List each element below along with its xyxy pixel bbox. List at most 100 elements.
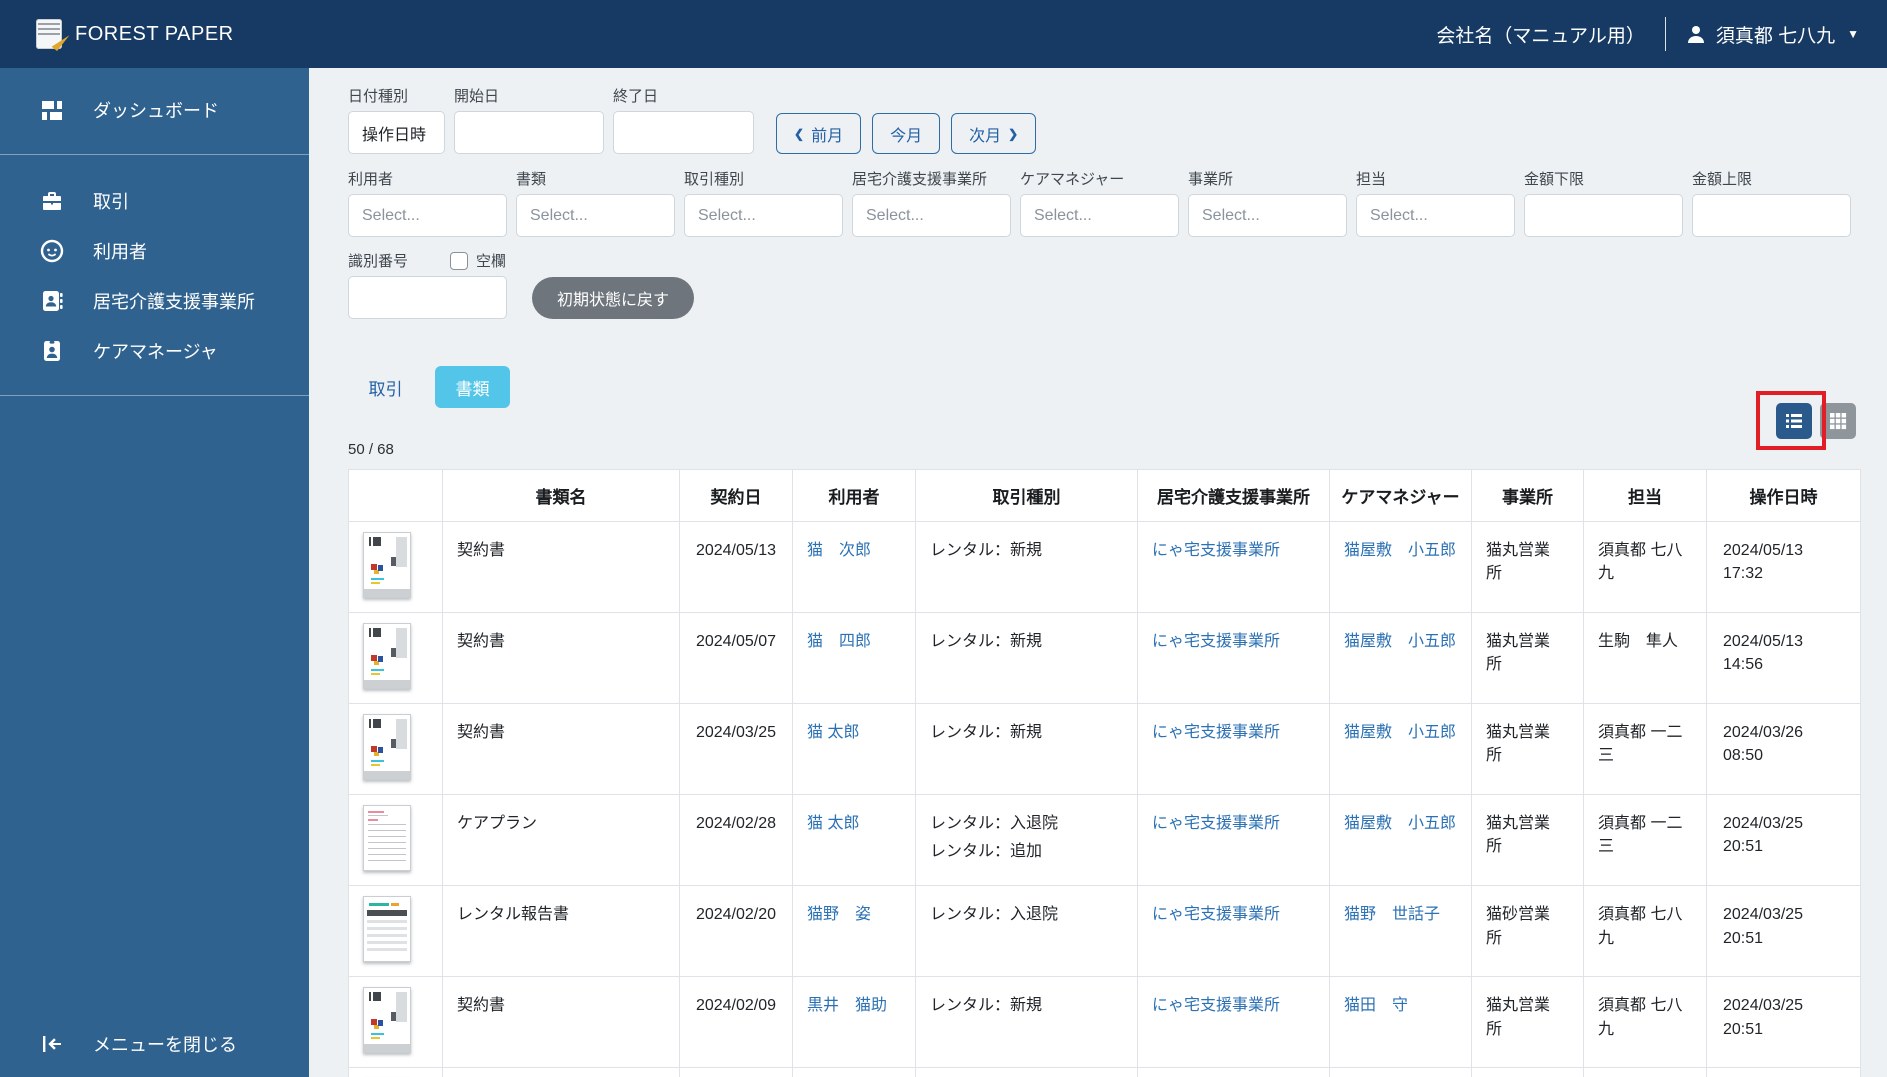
office-filter-label: 事業所	[1188, 171, 1234, 188]
user-link[interactable]: 猫野 姿	[807, 906, 871, 923]
sidebar-item-care-managers[interactable]: ケアマネージャ	[0, 326, 309, 376]
document-thumbnail[interactable]	[363, 805, 411, 871]
user-link[interactable]: 黒井 猫助	[807, 997, 887, 1014]
cell-doc-name: レンタル報告書	[442, 1067, 680, 1077]
transaction-type-filter-label: 取引種別	[684, 171, 745, 188]
document-thumbnail[interactable]	[363, 987, 411, 1054]
document-thumbnail[interactable]	[363, 714, 411, 780]
user-link[interactable]: 猫 次郎	[807, 542, 871, 559]
cell-office: 猫丸営業所	[1471, 1067, 1584, 1077]
table-row: レンタル報告書 2024/02/20 猫野 姿 レンタル：入退院 にゃ宅支援事業…	[348, 885, 1861, 978]
start-date-label: 開始日	[454, 88, 500, 105]
id-badge-icon	[38, 339, 66, 363]
filter-row-identifier: 識別番号 空欄 初期状態に戻す	[348, 250, 1887, 319]
end-date-input[interactable]	[614, 112, 753, 153]
care-manager-filter-select[interactable]: Select...	[1020, 194, 1179, 237]
care-manager-link[interactable]: 猫野 世話子	[1344, 906, 1440, 923]
company-name: 会社名（マニュアル用）	[1436, 25, 1645, 47]
support-office-link[interactable]: にゃ宅支援事業所	[1152, 997, 1280, 1014]
document-filter-select[interactable]: Select...	[516, 194, 675, 237]
care-manager-link[interactable]: 猫屋敷 小五郎	[1344, 724, 1456, 741]
care-manager-link[interactable]: 猫屋敷 小五郎	[1344, 633, 1456, 650]
documents-table: 書類名 契約日 利用者 取引種別 居宅介護支援事業所 ケアマネジャー 事業所 担…	[348, 469, 1861, 1077]
grid-view-button[interactable]	[1820, 403, 1856, 439]
sidebar-item-transactions[interactable]: 取引	[0, 176, 309, 226]
cell-transaction-type: レンタル：新規	[915, 612, 1138, 704]
cell-staff: 生駒 隼人	[1583, 612, 1707, 704]
user-filter-select[interactable]: Select...	[348, 194, 507, 237]
care-manager-link[interactable]: 猫屋敷 小五郎	[1344, 542, 1456, 559]
care-manager-link[interactable]: 猫屋敷 小五郎	[1344, 815, 1456, 832]
amount-upper-input[interactable]	[1693, 195, 1850, 236]
support-office-link[interactable]: にゃ宅支援事業所	[1152, 633, 1280, 650]
prev-month-button[interactable]: ❮ 前月	[776, 113, 862, 154]
care-manager-link[interactable]: 猫田 守	[1344, 997, 1408, 1014]
cell-office: 猫丸営業所	[1471, 612, 1584, 704]
table-header-row: 書類名 契約日 利用者 取引種別 居宅介護支援事業所 ケアマネジャー 事業所 担…	[348, 469, 1861, 522]
select-placeholder: Select...	[1370, 206, 1428, 224]
cell-contract-date: 2024/02/09	[679, 1067, 793, 1077]
tab-transactions[interactable]: 取引	[348, 366, 423, 408]
document-thumbnail[interactable]	[363, 896, 411, 963]
user-link[interactable]: 猫 太郎	[807, 724, 859, 741]
support-office-filter-select[interactable]: Select...	[852, 194, 1011, 237]
user-link[interactable]: 猫 四郎	[807, 633, 871, 650]
face-icon	[38, 239, 66, 263]
sidebar-close-menu[interactable]: メニューを閉じる	[0, 1019, 309, 1069]
transaction-type-filter-select[interactable]: Select...	[684, 194, 843, 237]
sidebar-item-care-offices[interactable]: 居宅介護支援事業所	[0, 276, 309, 326]
cell-doc-name: 契約書	[442, 976, 680, 1069]
list-view-button[interactable]	[1776, 403, 1812, 439]
start-date-input[interactable]	[455, 112, 603, 153]
support-office-link[interactable]: にゃ宅支援事業所	[1152, 815, 1280, 832]
briefcase-icon	[38, 189, 66, 213]
select-placeholder: Select...	[1034, 206, 1092, 224]
cell-doc-name: 契約書	[442, 703, 680, 795]
address-book-icon	[38, 289, 66, 313]
user-link[interactable]: 猫 太郎	[807, 815, 859, 832]
list-icon	[1786, 414, 1802, 428]
next-month-button[interactable]: 次月 ❯	[951, 113, 1037, 154]
staff-filter-label: 担当	[1356, 171, 1387, 188]
tab-documents[interactable]: 書類	[435, 366, 510, 408]
support-office-link[interactable]: にゃ宅支援事業所	[1152, 906, 1280, 923]
support-office-link[interactable]: にゃ宅支援事業所	[1152, 724, 1280, 741]
table-row: 契約書 2024/05/07 猫 四郎 レンタル：新規 にゃ宅支援事業所 猫屋敷…	[348, 612, 1861, 704]
chevron-right-icon: ❯	[1008, 126, 1019, 141]
cell-staff: 須真都 七八九	[1583, 1067, 1707, 1077]
view-toggle-group	[1776, 403, 1856, 439]
collapse-menu-icon	[38, 1032, 66, 1056]
support-office-link[interactable]: にゃ宅支援事業所	[1152, 542, 1280, 559]
amount-lower-input[interactable]	[1525, 195, 1682, 236]
cell-operated-at: 2024/03/25	[1706, 1067, 1861, 1077]
chevron-left-icon: ❮	[794, 126, 805, 141]
user-menu[interactable]: 須真都 七八九 ▼	[1686, 21, 1859, 48]
app-header: FOREST PAPER 会社名（マニュアル用） 須真都 七八九 ▼	[0, 0, 1887, 68]
cell-office: 猫砂営業所	[1471, 885, 1584, 978]
app-title: FOREST PAPER	[75, 22, 234, 45]
document-thumbnail[interactable]	[363, 623, 411, 689]
cell-staff: 須真都 七八九	[1583, 976, 1707, 1069]
staff-filter-select[interactable]: Select...	[1356, 194, 1515, 237]
app-logo[interactable]: FOREST PAPER	[36, 19, 234, 49]
sidebar: ダッシュボード 取引 利用者 居宅介護支援事業所 ケアマネージャ メニューを閉じ…	[0, 68, 309, 1077]
sidebar-divider	[0, 154, 309, 155]
identifier-input[interactable]	[349, 277, 506, 318]
amount-lower-label: 金額下限	[1524, 171, 1585, 188]
column-header-user: 利用者	[792, 469, 916, 522]
table-row: レンタル報告書 2024/02/09 黒井 猫助 レンタル：新規 にゃ宅支援事業…	[348, 1067, 1861, 1077]
date-type-label: 日付種別	[348, 88, 409, 105]
reset-filters-button[interactable]: 初期状態に戻す	[532, 277, 695, 319]
sidebar-item-dashboard[interactable]: ダッシュボード	[0, 85, 309, 135]
user-name: 須真都 七八九	[1715, 25, 1836, 47]
sidebar-item-users[interactable]: 利用者	[0, 226, 309, 276]
this-month-button[interactable]: 今月	[872, 113, 941, 154]
result-count: 50 / 68	[348, 441, 394, 458]
user-filter-label: 利用者	[348, 171, 394, 188]
blank-checkbox[interactable]	[450, 251, 469, 270]
cell-office: 猫丸営業所	[1471, 703, 1584, 795]
office-filter-select[interactable]: Select...	[1188, 194, 1347, 237]
date-type-select[interactable]: 操作日時	[348, 111, 445, 154]
document-thumbnail[interactable]	[363, 532, 411, 598]
cell-contract-date: 2024/02/28	[679, 793, 793, 887]
